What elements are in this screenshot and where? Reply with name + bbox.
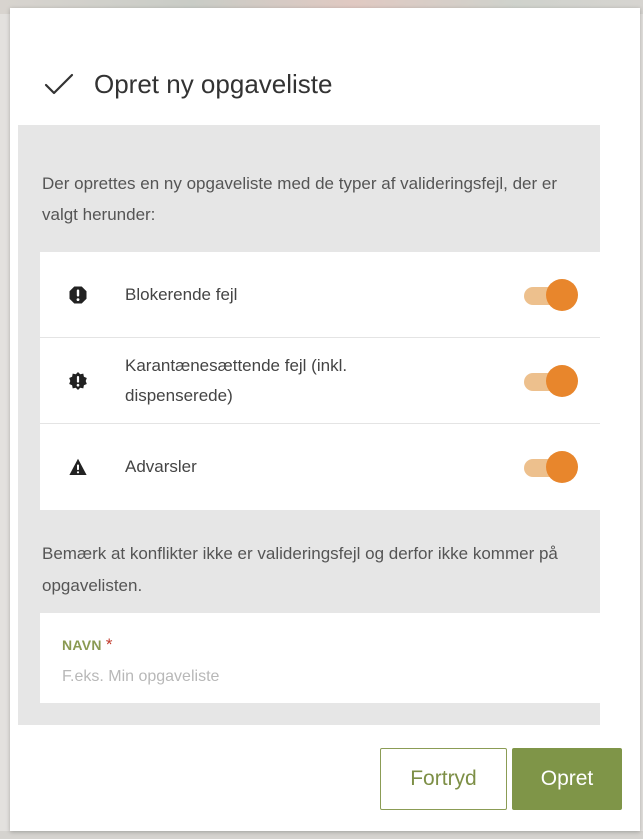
exclamation-circle-icon	[69, 286, 87, 303]
name-input[interactable]	[62, 663, 562, 691]
toggle-switch-quarantine[interactable]	[522, 364, 578, 397]
intro-text: Der oprettes en ny opgaveliste med de ty…	[42, 174, 557, 224]
toggle-knob	[546, 364, 578, 397]
toggle-row-warnings: Advarsler	[40, 424, 600, 510]
warning-triangle-icon	[69, 458, 87, 475]
exclamation-badge-icon	[69, 371, 87, 390]
create-button[interactable]: Opret	[512, 748, 622, 810]
dialog-title: Opret ny opgaveliste	[94, 68, 333, 99]
toggle-label-warnings: Advarsler	[125, 457, 197, 476]
check-icon	[44, 73, 74, 95]
toggle-switch-warnings[interactable]	[522, 451, 578, 483]
toggle-knob	[546, 278, 578, 311]
name-field-label-wrap: NAVN *	[62, 635, 113, 655]
required-marker: *	[105, 635, 113, 654]
toggle-label-blocking: Blokerende fejl	[125, 284, 238, 304]
toggle-switch-blocking[interactable]	[522, 278, 578, 311]
toggle-label-quarantine: Karantænesættende fejl (inkl. dispensere…	[125, 355, 348, 405]
toggle-knob	[546, 451, 578, 483]
backdrop-bottom	[0, 831, 643, 839]
dialog-header: Opret ny opgaveliste	[44, 62, 332, 106]
error-type-toggle-list: Blokerende fejl Karantænesættende fejl (…	[40, 252, 600, 510]
name-field-label: NAVN	[62, 637, 102, 653]
conflict-note-text: Bemærk at konflikter ikke er validerings…	[42, 544, 558, 595]
toggle-row-blocking: Blokerende fejl	[40, 252, 600, 338]
cancel-button[interactable]: Fortryd	[380, 748, 507, 810]
toggle-row-quarantine: Karantænesættende fejl (inkl. dispensere…	[40, 338, 600, 424]
name-field: NAVN *	[40, 613, 600, 703]
